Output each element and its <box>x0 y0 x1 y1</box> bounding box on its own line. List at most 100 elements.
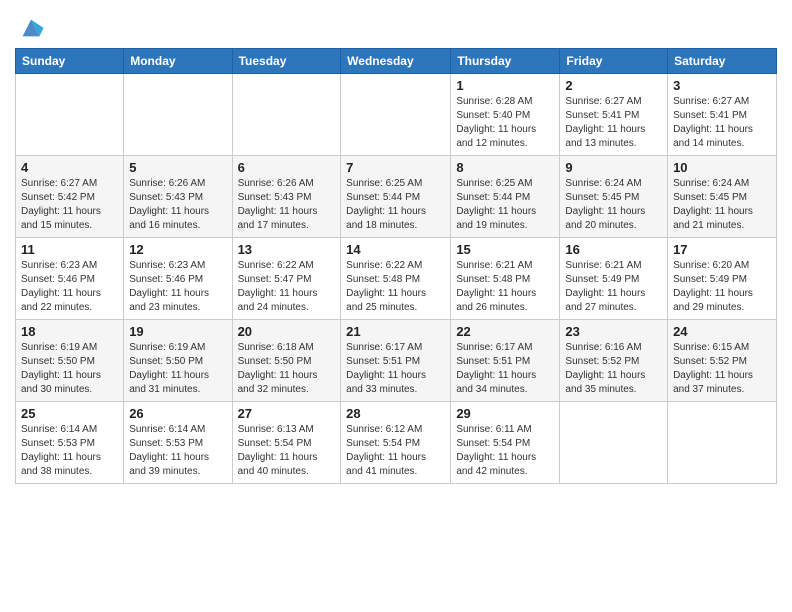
day-number: 15 <box>456 242 554 257</box>
calendar-cell: 7 Sunrise: 6:25 AM Sunset: 5:44 PM Daylig… <box>341 156 451 238</box>
calendar-cell: 18Sunrise: 6:19 AM Sunset: 5:50 PM Dayli… <box>16 320 124 402</box>
calendar-cell: 9 Sunrise: 6:24 AM Sunset: 5:45 PM Daylig… <box>560 156 668 238</box>
day-number: 28 <box>346 406 445 421</box>
day-number: 19 <box>129 324 226 339</box>
calendar-header-row: SundayMondayTuesdayWednesdayThursdayFrid… <box>16 49 777 74</box>
calendar-cell: 29 Sunrise: 6:11 AM Sunset: 5:54 PM Dayli… <box>451 402 560 484</box>
day-info: Sunrise: 6:23 AM Sunset: 5:46 PM Dayligh… <box>129 259 226 315</box>
col-header-sunday: Sunday <box>16 49 124 74</box>
day-number: 27 <box>238 406 336 421</box>
calendar-cell: 14Sunrise: 6:22 AM Sunset: 5:48 PM Dayli… <box>341 238 451 320</box>
calendar-cell <box>341 74 451 156</box>
calendar-week-row: 1 Sunrise: 6:28 AM Sunset: 5:40 PM Daylig… <box>16 74 777 156</box>
day-number: 6 <box>238 160 336 175</box>
calendar-cell: 16 Sunrise: 6:21 AM Sunset: 5:49 PM Dayli… <box>560 238 668 320</box>
day-info: Sunrise: 6:27 AM Sunset: 5:41 PM Dayligh… <box>673 95 771 151</box>
calendar-cell: 6 Sunrise: 6:26 AM Sunset: 5:43 PM Daylig… <box>232 156 341 238</box>
col-header-friday: Friday <box>560 49 668 74</box>
calendar-week-row: 11 Sunrise: 6:23 AM Sunset: 5:46 PM Dayli… <box>16 238 777 320</box>
day-info: Sunrise: 6:28 AM Sunset: 5:40 PM Dayligh… <box>456 95 554 151</box>
calendar-cell: 8Sunrise: 6:25 AM Sunset: 5:44 PM Daylig… <box>451 156 560 238</box>
day-number: 16 <box>565 242 662 257</box>
calendar-cell: 2 Sunrise: 6:27 AM Sunset: 5:41 PM Daylig… <box>560 74 668 156</box>
day-info: Sunrise: 6:19 AM Sunset: 5:50 PM Dayligh… <box>21 341 118 397</box>
calendar-cell: 17 Sunrise: 6:20 AM Sunset: 5:49 PM Dayli… <box>668 238 777 320</box>
calendar-cell: 13 Sunrise: 6:22 AM Sunset: 5:47 PM Dayli… <box>232 238 341 320</box>
calendar-cell: 24 Sunrise: 6:15 AM Sunset: 5:52 PM Dayli… <box>668 320 777 402</box>
col-header-monday: Monday <box>124 49 232 74</box>
calendar-cell: 20 Sunrise: 6:18 AM Sunset: 5:50 PM Dayli… <box>232 320 341 402</box>
page: SundayMondayTuesdayWednesdayThursdayFrid… <box>0 0 792 494</box>
day-info: Sunrise: 6:20 AM Sunset: 5:49 PM Dayligh… <box>673 259 771 315</box>
day-number: 9 <box>565 160 662 175</box>
calendar-cell: 5Sunrise: 6:26 AM Sunset: 5:43 PM Daylig… <box>124 156 232 238</box>
calendar-cell: 19 Sunrise: 6:19 AM Sunset: 5:50 PM Dayli… <box>124 320 232 402</box>
calendar-cell: 25Sunrise: 6:14 AM Sunset: 5:53 PM Dayli… <box>16 402 124 484</box>
col-header-saturday: Saturday <box>668 49 777 74</box>
day-number: 3 <box>673 78 771 93</box>
day-number: 20 <box>238 324 336 339</box>
day-number: 17 <box>673 242 771 257</box>
calendar-cell: 3 Sunrise: 6:27 AM Sunset: 5:41 PM Daylig… <box>668 74 777 156</box>
day-info: Sunrise: 6:17 AM Sunset: 5:51 PM Dayligh… <box>346 341 445 397</box>
col-header-wednesday: Wednesday <box>341 49 451 74</box>
day-info: Sunrise: 6:21 AM Sunset: 5:48 PM Dayligh… <box>456 259 554 315</box>
calendar-cell: 23 Sunrise: 6:16 AM Sunset: 5:52 PM Dayli… <box>560 320 668 402</box>
day-info: Sunrise: 6:17 AM Sunset: 5:51 PM Dayligh… <box>456 341 554 397</box>
logo-icon <box>17 14 45 42</box>
calendar-cell: 1 Sunrise: 6:28 AM Sunset: 5:40 PM Daylig… <box>451 74 560 156</box>
calendar-cell <box>124 74 232 156</box>
day-info: Sunrise: 6:12 AM Sunset: 5:54 PM Dayligh… <box>346 423 445 479</box>
day-number: 11 <box>21 242 118 257</box>
calendar-cell: 4 Sunrise: 6:27 AM Sunset: 5:42 PM Daylig… <box>16 156 124 238</box>
day-number: 26 <box>129 406 226 421</box>
logo <box>15 14 45 42</box>
col-header-tuesday: Tuesday <box>232 49 341 74</box>
day-info: Sunrise: 6:18 AM Sunset: 5:50 PM Dayligh… <box>238 341 336 397</box>
day-number: 13 <box>238 242 336 257</box>
calendar-cell: 26 Sunrise: 6:14 AM Sunset: 5:53 PM Dayli… <box>124 402 232 484</box>
day-number: 24 <box>673 324 771 339</box>
day-info: Sunrise: 6:22 AM Sunset: 5:47 PM Dayligh… <box>238 259 336 315</box>
day-number: 29 <box>456 406 554 421</box>
day-info: Sunrise: 6:11 AM Sunset: 5:54 PM Dayligh… <box>456 423 554 479</box>
calendar-week-row: 4 Sunrise: 6:27 AM Sunset: 5:42 PM Daylig… <box>16 156 777 238</box>
calendar-cell: 11 Sunrise: 6:23 AM Sunset: 5:46 PM Dayli… <box>16 238 124 320</box>
day-info: Sunrise: 6:16 AM Sunset: 5:52 PM Dayligh… <box>565 341 662 397</box>
day-info: Sunrise: 6:19 AM Sunset: 5:50 PM Dayligh… <box>129 341 226 397</box>
day-info: Sunrise: 6:26 AM Sunset: 5:43 PM Dayligh… <box>238 177 336 233</box>
day-info: Sunrise: 6:24 AM Sunset: 5:45 PM Dayligh… <box>565 177 662 233</box>
day-info: Sunrise: 6:14 AM Sunset: 5:53 PM Dayligh… <box>21 423 118 479</box>
day-number: 5 <box>129 160 226 175</box>
day-number: 2 <box>565 78 662 93</box>
day-number: 23 <box>565 324 662 339</box>
day-number: 7 <box>346 160 445 175</box>
day-number: 22 <box>456 324 554 339</box>
day-number: 4 <box>21 160 118 175</box>
calendar-cell: 22 Sunrise: 6:17 AM Sunset: 5:51 PM Dayli… <box>451 320 560 402</box>
day-number: 12 <box>129 242 226 257</box>
day-info: Sunrise: 6:22 AM Sunset: 5:48 PM Dayligh… <box>346 259 445 315</box>
calendar-cell <box>16 74 124 156</box>
day-info: Sunrise: 6:25 AM Sunset: 5:44 PM Dayligh… <box>456 177 554 233</box>
col-header-thursday: Thursday <box>451 49 560 74</box>
calendar-week-row: 18Sunrise: 6:19 AM Sunset: 5:50 PM Dayli… <box>16 320 777 402</box>
calendar-cell: 15 Sunrise: 6:21 AM Sunset: 5:48 PM Dayli… <box>451 238 560 320</box>
day-info: Sunrise: 6:14 AM Sunset: 5:53 PM Dayligh… <box>129 423 226 479</box>
day-number: 21 <box>346 324 445 339</box>
calendar-cell <box>668 402 777 484</box>
day-info: Sunrise: 6:25 AM Sunset: 5:44 PM Dayligh… <box>346 177 445 233</box>
day-info: Sunrise: 6:27 AM Sunset: 5:41 PM Dayligh… <box>565 95 662 151</box>
day-info: Sunrise: 6:15 AM Sunset: 5:52 PM Dayligh… <box>673 341 771 397</box>
calendar-table: SundayMondayTuesdayWednesdayThursdayFrid… <box>15 48 777 484</box>
calendar-cell <box>560 402 668 484</box>
calendar-cell: 28 Sunrise: 6:12 AM Sunset: 5:54 PM Dayli… <box>341 402 451 484</box>
calendar-cell: 27Sunrise: 6:13 AM Sunset: 5:54 PM Dayli… <box>232 402 341 484</box>
day-info: Sunrise: 6:21 AM Sunset: 5:49 PM Dayligh… <box>565 259 662 315</box>
day-info: Sunrise: 6:23 AM Sunset: 5:46 PM Dayligh… <box>21 259 118 315</box>
day-number: 10 <box>673 160 771 175</box>
day-number: 1 <box>456 78 554 93</box>
day-info: Sunrise: 6:27 AM Sunset: 5:42 PM Dayligh… <box>21 177 118 233</box>
calendar-week-row: 25Sunrise: 6:14 AM Sunset: 5:53 PM Dayli… <box>16 402 777 484</box>
calendar-cell <box>232 74 341 156</box>
